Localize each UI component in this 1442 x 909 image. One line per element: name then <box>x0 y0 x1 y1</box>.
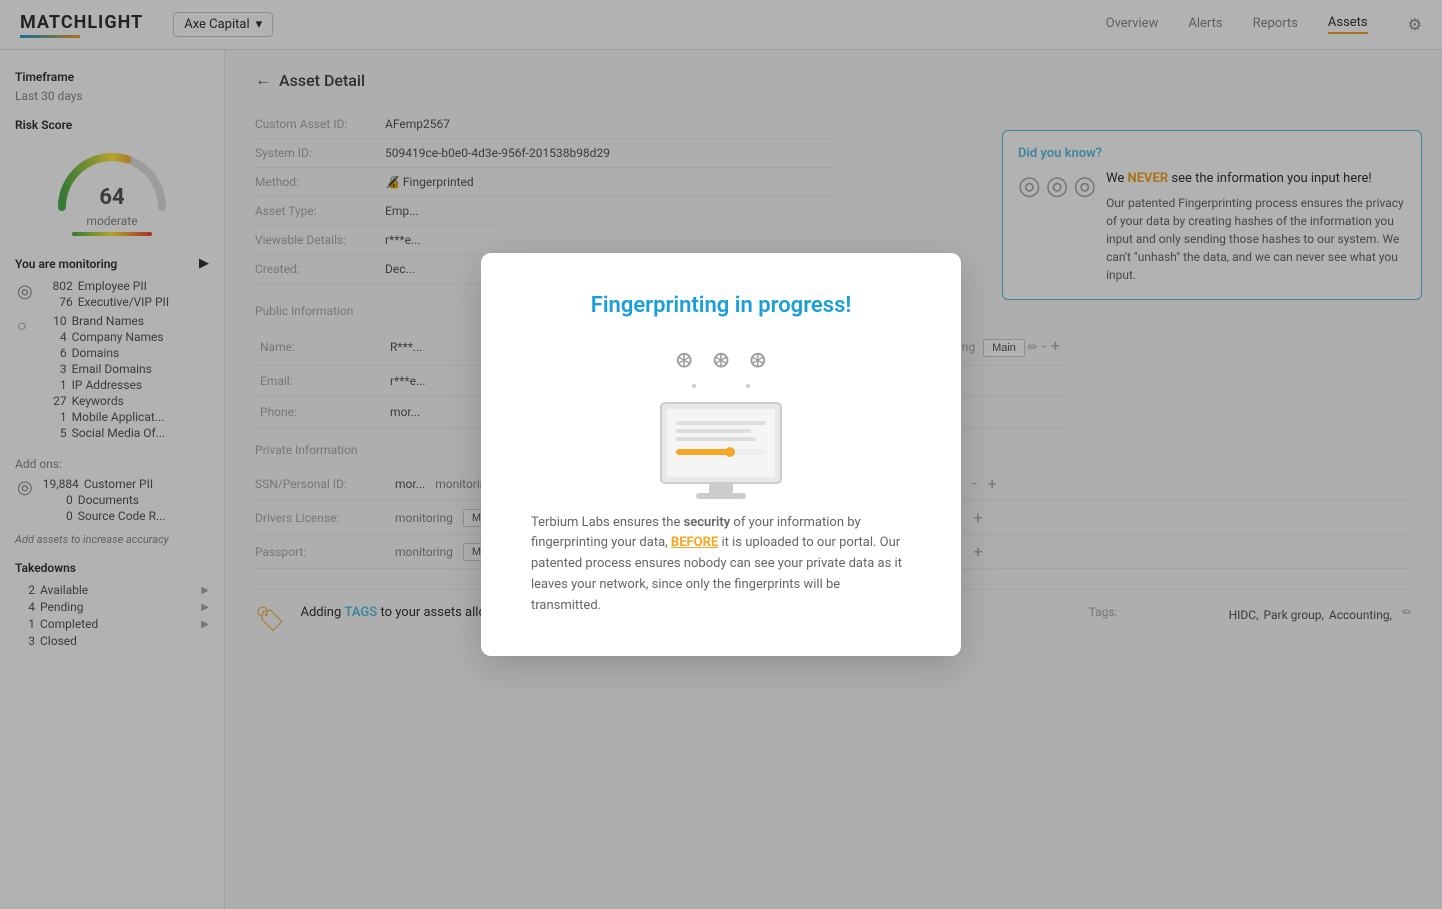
modal-fp-icon-1: ⊛ <box>676 343 693 376</box>
modal-dot-1 <box>692 384 696 388</box>
modal-fingerprint-row: ⊛ ⊛ ⊛ <box>676 343 767 376</box>
fingerprinting-modal: Fingerprinting in progress! ⊛ ⊛ ⊛ <box>481 253 961 657</box>
modal-title: Fingerprinting in progress! <box>531 293 911 318</box>
modal-dot-2 <box>746 384 750 388</box>
modal-before-word: BEFORE <box>671 535 718 550</box>
modal-computer-svg <box>641 393 801 513</box>
modal-security-word: security <box>684 515 731 530</box>
modal-overlay: Fingerprinting in progress! ⊛ ⊛ ⊛ <box>0 0 1442 909</box>
modal-body: Terbium Labs ensures the security of you… <box>531 513 911 617</box>
modal-dot-row <box>692 384 750 388</box>
modal-animation: ⊛ ⊛ ⊛ <box>531 343 911 513</box>
modal-fp-icon-3: ⊛ <box>749 343 766 376</box>
modal-text-before-security: Terbium Labs ensures the <box>531 515 684 530</box>
modal-fp-icon-2: ⊛ <box>713 343 730 376</box>
